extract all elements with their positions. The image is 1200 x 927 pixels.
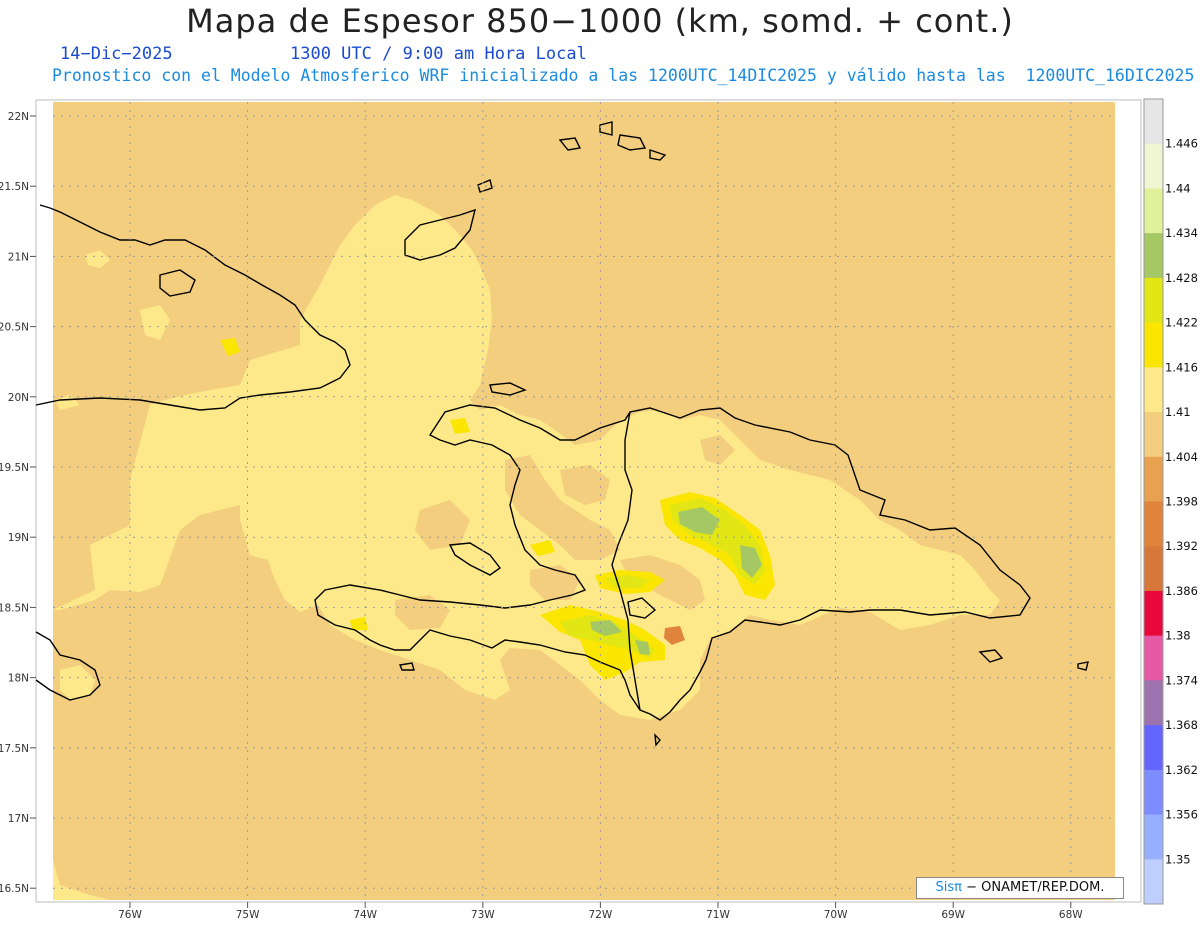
sispi-logo: Sisπ (935, 880, 962, 895)
colorbar-label: 1.446 (1165, 137, 1198, 151)
colorbar-label: 1.356 (1165, 808, 1198, 822)
colorbar-segment (1144, 680, 1163, 726)
colorbar-label: 1.392 (1165, 539, 1198, 553)
colorbar-label: 1.404 (1165, 450, 1198, 464)
colorbar-label: 1.368 (1165, 718, 1198, 732)
colorbar-segment (1144, 367, 1163, 413)
colorbar-segment (1144, 814, 1163, 860)
credit-text: − ONAMET/REP.DOM. (966, 880, 1105, 895)
credit-box: Sisπ − ONAMET/REP.DOM. (916, 877, 1124, 899)
colorbar-segment (1144, 322, 1163, 368)
colorbar-segment (1144, 635, 1163, 681)
colorbar-segment (1144, 590, 1163, 637)
colorbar-label: 1.41 (1165, 405, 1191, 419)
colorbar-label: 1.422 (1165, 316, 1198, 330)
colorbar: 1.446 1.44 1.434 1.428 1.422 1.416 1.41 1.404 1.… (1143, 98, 1198, 905)
colorbar-label: 1.362 (1165, 763, 1198, 777)
colorbar-label: 1.434 (1165, 226, 1198, 240)
colorbar-segment (1144, 233, 1163, 279)
colorbar-label: 1.38 (1165, 629, 1191, 643)
colorbar-label: 1.398 (1165, 495, 1198, 509)
colorbar-label: 1.374 (1165, 673, 1198, 687)
colorbar-label: 1.386 (1165, 584, 1198, 598)
colorbar-segment (1144, 99, 1163, 145)
colorbar-label: 1.428 (1165, 271, 1198, 285)
colorbar-segment (1144, 456, 1163, 502)
colorbar-label: 1.416 (1165, 360, 1198, 374)
colorbar-segment (1144, 769, 1163, 816)
colorbar-segment (1144, 725, 1163, 771)
colorbar-label: 1.35 (1165, 852, 1191, 866)
colorbar-segment (1144, 412, 1163, 458)
colorbar-segment (1144, 188, 1163, 234)
colorbar-segment (1144, 501, 1163, 547)
colorbar-label: 1.44 (1165, 181, 1191, 195)
colorbar-segment (1144, 859, 1163, 905)
colorbar-segment (1144, 546, 1163, 592)
colorbar-segment (1144, 143, 1163, 189)
colorbar-segment (1144, 277, 1163, 324)
